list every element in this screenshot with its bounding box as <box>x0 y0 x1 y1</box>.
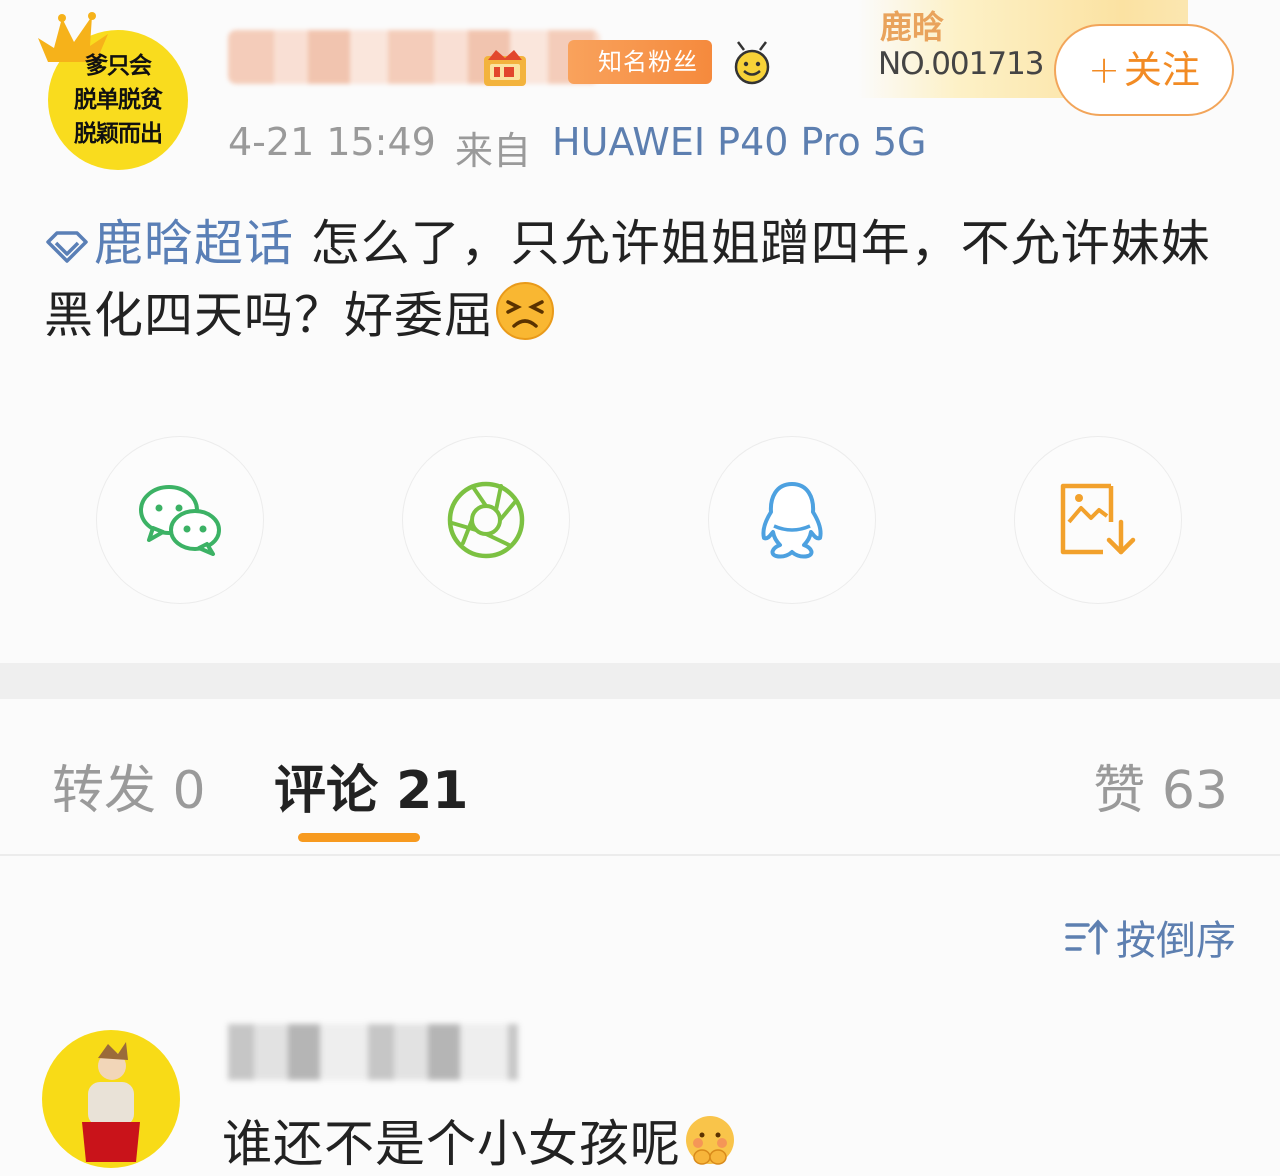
share-save-image-button[interactable] <box>1014 436 1182 604</box>
qq-icon <box>761 482 823 559</box>
wechat-icon <box>139 485 221 556</box>
tab-likes[interactable]: 赞 63 <box>1093 748 1228 823</box>
avatar-text-line-2: 脱单脱贫 <box>74 86 163 113</box>
sort-label: 按倒序 <box>1116 918 1236 964</box>
tabs-divider <box>0 854 1280 856</box>
post-text: 鹿晗超话 怎么了，只允许姐姐蹭四年，不允许妹妹黑化四天吗？好委屈 <box>44 208 1244 352</box>
post-time: 4-21 15:49 <box>228 120 436 164</box>
comment-avatar[interactable] <box>42 1030 180 1168</box>
topic-link[interactable]: 鹿晗超话 <box>44 215 294 272</box>
smiley-badge-icon <box>734 41 770 85</box>
post-device-link[interactable]: HUAWEI P40 Pro 5G <box>552 120 927 164</box>
comment-body: 谁还不是个小女孩呢 <box>222 1115 681 1173</box>
vip-crown-icon <box>484 50 526 86</box>
topic-label: 鹿晗超话 <box>94 215 295 272</box>
avatar-text-line-3: 脱颖而出 <box>74 120 163 147</box>
username-blurred[interactable] <box>228 30 600 84</box>
fan-badge: 知名粉丝 <box>568 40 712 84</box>
tab-comments[interactable]: 评论 21 <box>274 748 468 823</box>
share-moments-button[interactable] <box>402 436 570 604</box>
super-topic-diamond-icon <box>46 231 88 263</box>
shy-emoji-icon <box>686 1116 734 1165</box>
tab-repost[interactable]: 转发 0 <box>52 748 206 823</box>
fan-card-name: 鹿晗 <box>880 8 945 46</box>
comment-username-blurred[interactable] <box>228 1024 518 1080</box>
comment-text: 谁还不是个小女孩呢 <box>222 1104 739 1176</box>
avatar[interactable]: 爹只会 脱单脱贫 脱颖而出 <box>38 12 188 170</box>
fan-badge-label: 知名粉丝 <box>598 48 698 76</box>
aggrieved-emoji-icon <box>496 282 555 340</box>
moments-icon <box>447 481 525 559</box>
plus-icon: + <box>1088 48 1120 92</box>
save-image-icon <box>1060 483 1136 555</box>
follow-button[interactable]: + 关注 <box>1054 24 1234 116</box>
post-source-prefix: 来自 <box>455 129 532 173</box>
avatar-text-line-1: 爹只会 <box>85 52 152 79</box>
share-qq-button[interactable] <box>708 436 876 604</box>
fan-card-number: NO.001713 <box>878 46 1045 82</box>
share-wechat-button[interactable] <box>96 436 264 604</box>
sort-order-button[interactable]: 按倒序 <box>1064 908 1236 966</box>
active-tab-indicator <box>298 833 420 842</box>
comment-avatar-figure <box>82 1042 140 1162</box>
follow-label: 关注 <box>1123 48 1200 92</box>
sort-icon <box>1065 919 1108 955</box>
section-divider <box>0 663 1280 699</box>
